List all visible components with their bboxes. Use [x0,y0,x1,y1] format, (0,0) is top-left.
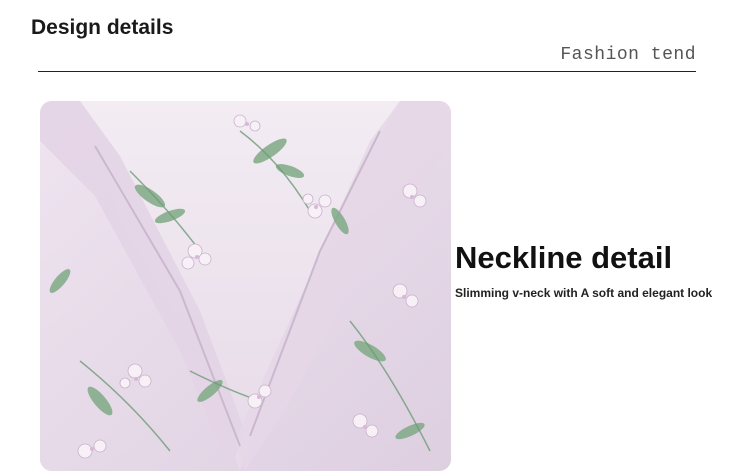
page-title: Design details [31,16,174,39]
section-subtitle: Fashion tend [560,45,696,65]
detail-heading: Neckline detail [455,240,673,275]
product-photo [40,101,451,471]
header-divider [38,71,696,72]
detail-description: Slimming v-neck with A soft and elegant … [455,286,713,300]
